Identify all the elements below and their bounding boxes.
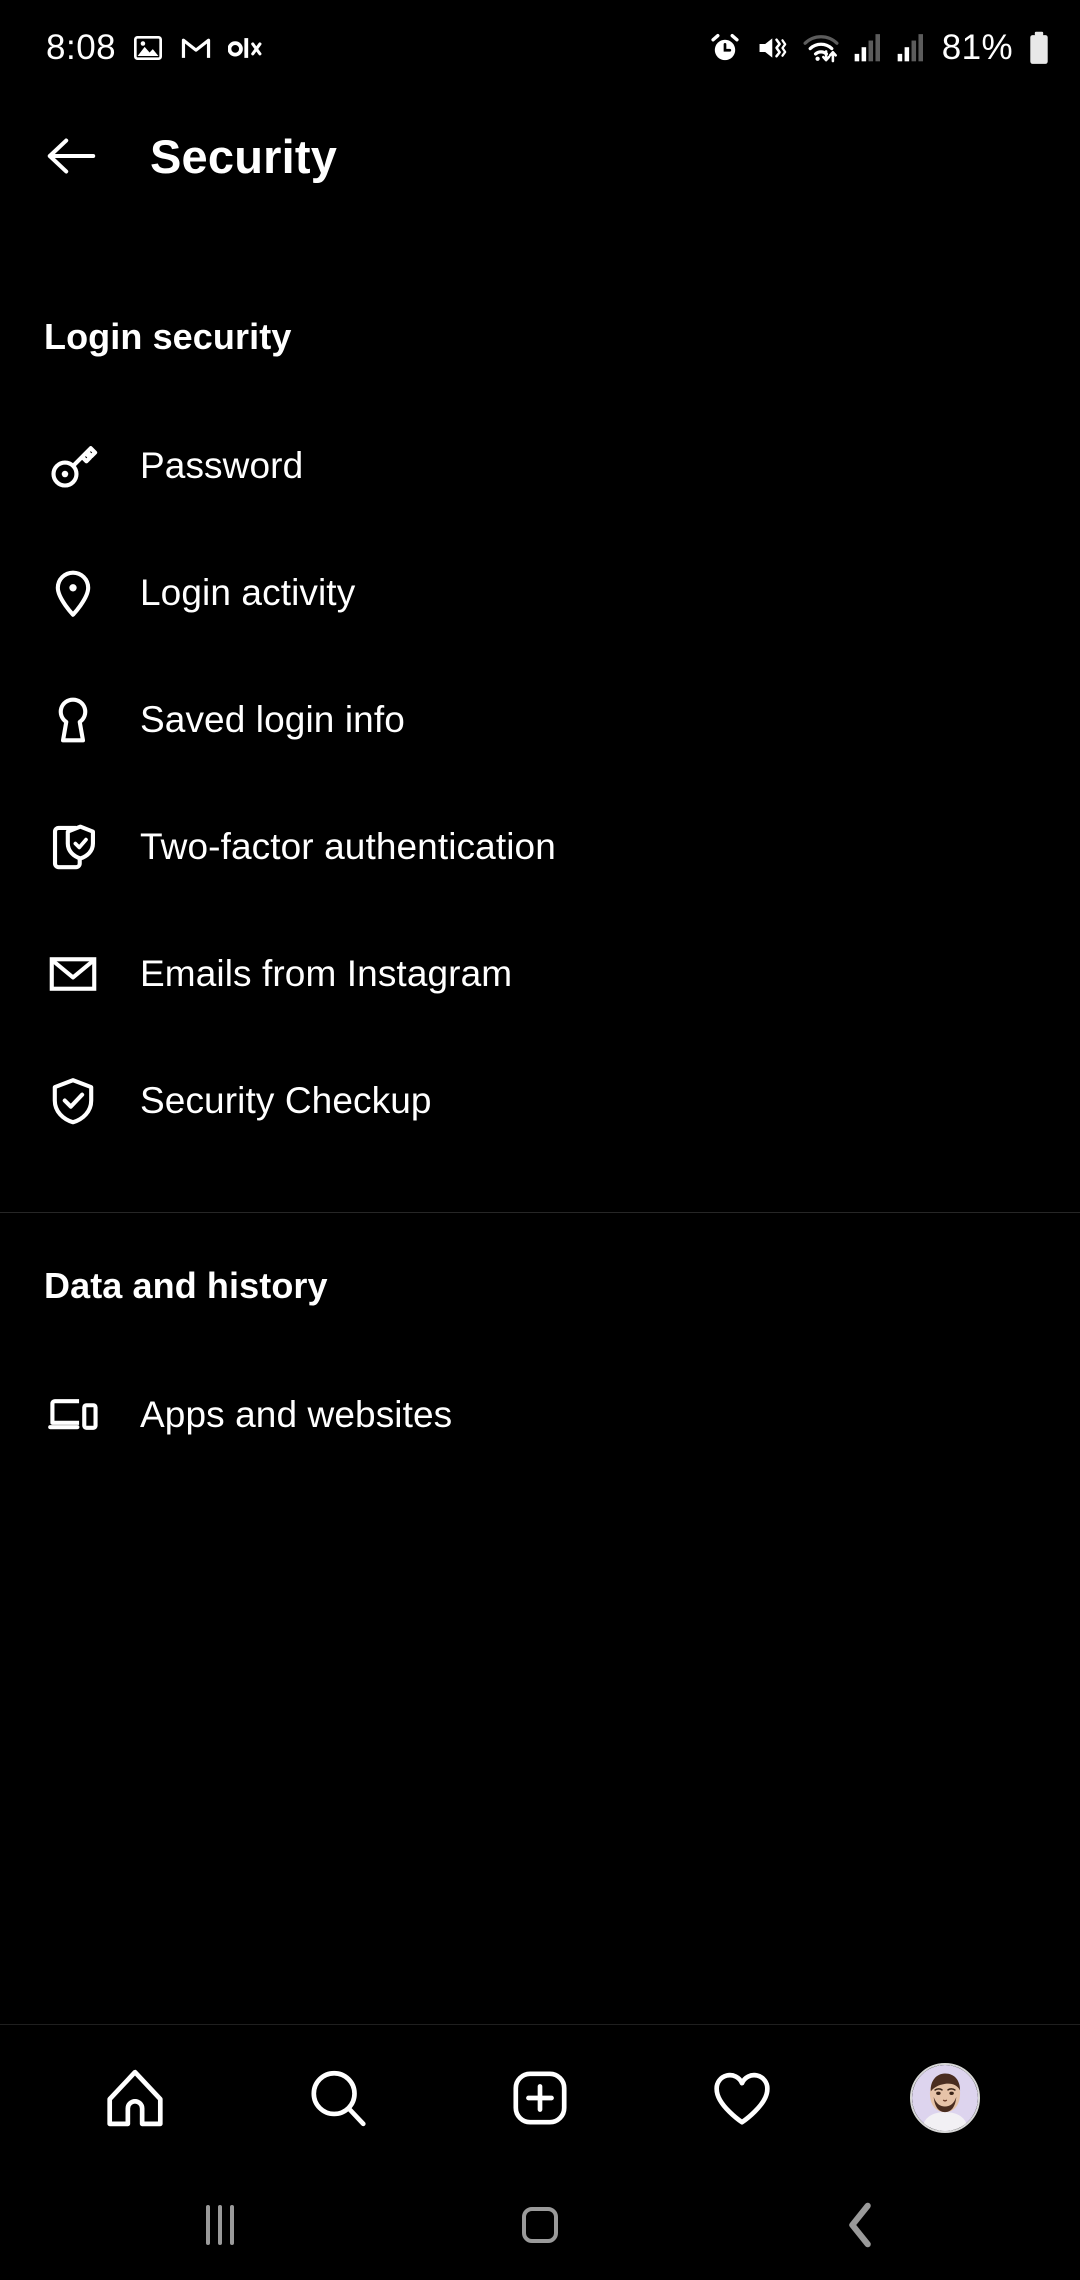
home-icon [107, 2069, 163, 2126]
section-title-data-and-history: Data and history [44, 1265, 328, 1306]
signal-sim2-icon [896, 32, 926, 64]
alarm-icon [708, 31, 742, 65]
recents-icon [206, 2205, 234, 2245]
signal-sim1-icon [853, 32, 883, 64]
list-item-label: Two-factor authentication [140, 825, 556, 867]
list-item-two-factor-authentication[interactable]: Two-factor authentication [0, 783, 1080, 910]
app-header: Security [0, 96, 1080, 216]
avatar[interactable] [909, 2062, 980, 2133]
keyhole-icon [44, 691, 102, 749]
instagram-tab-bar [0, 2024, 1080, 2170]
key-icon [44, 437, 102, 495]
nav-home-button[interactable] [480, 2190, 600, 2260]
list-item-password[interactable]: Password [0, 402, 1080, 529]
wifi-icon [802, 31, 840, 65]
gallery-icon [132, 32, 164, 64]
list-item-label: Login activity [140, 571, 356, 613]
list-item-label: Apps and websites [140, 1393, 453, 1435]
list-item-login-activity[interactable]: Login activity [0, 529, 1080, 656]
chevron-left-icon [849, 2202, 871, 2248]
list-item-label: Emails from Instagram [140, 952, 513, 994]
gmail-icon [180, 32, 212, 64]
nav-recents-button[interactable] [160, 2190, 280, 2260]
battery-icon [1026, 30, 1052, 66]
battery-percent-label: 81% [941, 28, 1013, 67]
list-item-saved-login-info[interactable]: Saved login info [0, 656, 1080, 783]
section-data-and-history: Data and history Apps and websites [0, 1213, 1080, 1478]
page-title: Security [150, 129, 338, 183]
status-bar: 8:08 81% [0, 0, 1080, 96]
envelope-icon [44, 945, 102, 1003]
clock-time: 8:08 [46, 28, 117, 67]
list-item-label: Saved login info [140, 698, 405, 740]
tab-activity[interactable] [694, 2050, 790, 2146]
status-bar-left: 8:08 [46, 28, 264, 68]
status-bar-right: 81% [708, 28, 1052, 68]
list-item-security-checkup[interactable]: Security Checkup [0, 1037, 1080, 1164]
olx-icon [228, 35, 264, 61]
home-square-icon [522, 2207, 558, 2243]
settings-list: Login security Password Login activity S… [0, 216, 1080, 2024]
tab-home[interactable] [87, 2050, 183, 2146]
arrow-left-icon [47, 138, 96, 174]
location-pin-icon [44, 564, 102, 622]
nav-back-button[interactable] [800, 2190, 920, 2260]
tab-create[interactable] [492, 2050, 588, 2146]
search-icon [311, 2070, 366, 2126]
shield-check-icon [44, 1072, 102, 1130]
phone-screen: 8:08 81% Security Login security Passwor… [0, 0, 1080, 2280]
list-item-label: Security Checkup [140, 1079, 432, 1121]
laptop-phone-icon [44, 1386, 102, 1444]
android-nav-bar [0, 2170, 1080, 2280]
tab-profile[interactable] [897, 2050, 993, 2146]
back-button[interactable] [40, 125, 102, 187]
phone-shield-check-icon [44, 818, 102, 876]
plus-square-icon [513, 2070, 567, 2125]
tab-search[interactable] [290, 2050, 386, 2146]
heart-icon [714, 2072, 770, 2125]
section-title-login-security: Login security [44, 316, 292, 357]
section-login-security: Login security Password Login activity S… [0, 216, 1080, 1213]
sound-vibrate-off-icon [755, 31, 789, 65]
list-item-emails-from-instagram[interactable]: Emails from Instagram [0, 910, 1080, 1037]
list-item-apps-and-websites[interactable]: Apps and websites [0, 1351, 1080, 1478]
list-item-label: Password [140, 444, 304, 486]
